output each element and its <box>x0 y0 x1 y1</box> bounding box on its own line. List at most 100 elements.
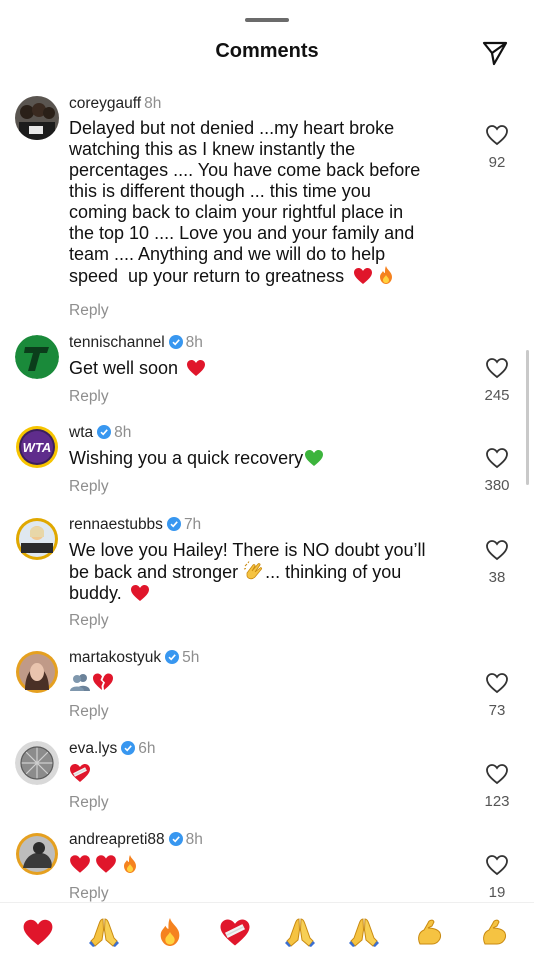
like-control: 123 <box>480 763 514 810</box>
avatar[interactable]: WTA <box>15 425 59 469</box>
comment-meta: tennischannel 8h <box>69 333 203 353</box>
fire-emoji <box>124 855 136 873</box>
comments-header: Comments <box>0 36 534 70</box>
comment-line-text: buddy. <box>69 583 122 603</box>
reaction-flexed-biceps[interactable] <box>413 915 447 949</box>
reaction-folded-hands[interactable] <box>347 915 381 949</box>
mending-heart-icon <box>220 918 250 946</box>
comment-text: Delayed but not denied ...my heart broke… <box>69 118 449 287</box>
heart-outline-icon[interactable] <box>485 357 509 379</box>
red-heart-icon <box>23 919 53 945</box>
reply-button[interactable]: Reply <box>69 794 109 812</box>
flexed-biceps-icon <box>418 919 441 945</box>
username[interactable]: coreygauff <box>69 95 141 112</box>
like-control: 92 <box>480 124 514 171</box>
fire-emoji <box>380 266 393 284</box>
clapping-hands-emoji <box>244 561 263 580</box>
avatar[interactable] <box>15 650 59 694</box>
reaction-red-heart[interactable] <box>21 915 55 949</box>
reaction-folded-hands[interactable] <box>283 915 317 949</box>
avatar[interactable] <box>15 517 59 561</box>
timestamp: 8h <box>185 334 203 351</box>
verified-badge-icon <box>165 650 180 664</box>
timestamp: 8h <box>144 95 162 112</box>
comment-line-text: ... thinking of you <box>265 562 402 582</box>
avatar[interactable] <box>15 832 59 876</box>
heart-outline-icon[interactable] <box>485 539 509 561</box>
avatar[interactable] <box>15 335 59 379</box>
heart-outline-icon[interactable] <box>485 124 509 146</box>
comments-sheet: Comments coreygauff 8h Delayed but not d… <box>0 0 534 960</box>
comment-line-text: Get well soon <box>69 358 179 378</box>
comment-text <box>69 672 449 694</box>
reply-button[interactable]: Reply <box>69 703 109 721</box>
red-heart-emoji <box>130 585 149 601</box>
verified-badge-icon <box>166 517 181 531</box>
timestamp: 8h <box>185 831 203 848</box>
comment-line <box>69 763 449 785</box>
timestamp: 8h <box>114 424 132 441</box>
heart-outline-icon[interactable] <box>485 672 509 694</box>
page-title: Comments <box>215 40 319 62</box>
like-count: 38 <box>488 569 506 586</box>
comment-line: be back and stronger ... thinking of you <box>69 561 449 583</box>
username[interactable]: eva.lys <box>69 740 117 757</box>
reaction-fire[interactable] <box>153 915 187 949</box>
heart-outline-icon[interactable] <box>485 447 509 469</box>
comment-line-text: be back and stronger <box>69 562 239 582</box>
like-count: 123 <box>484 793 510 810</box>
comment-line: percentages .... You have come back befo… <box>69 160 421 180</box>
scrollbar[interactable] <box>526 350 529 485</box>
timestamp: 6h <box>138 740 156 757</box>
heart-outline-icon[interactable] <box>485 854 509 876</box>
mending-heart-emoji <box>70 764 90 782</box>
comment-meta: eva.lys 6h <box>69 739 156 759</box>
folded-hands-icon <box>89 918 119 947</box>
username[interactable]: wta <box>69 424 93 441</box>
reply-button[interactable]: Reply <box>69 302 109 320</box>
like-control: 380 <box>480 447 514 494</box>
comment-line-text: speed up your return to greatness <box>69 266 345 286</box>
red-heart-emoji <box>70 855 90 873</box>
comment-text: Wishing you a quick recovery <box>69 448 449 469</box>
username[interactable]: tennischannel <box>69 334 165 351</box>
like-control: 38 <box>480 539 514 586</box>
reply-button[interactable]: Reply <box>69 478 109 496</box>
heart-outline-icon[interactable] <box>485 763 509 785</box>
reply-button[interactable]: Reply <box>69 885 109 903</box>
send-icon[interactable] <box>478 36 512 70</box>
username[interactable]: andreapreti88 <box>69 831 165 848</box>
reaction-folded-hands[interactable] <box>87 915 121 949</box>
comment-text <box>69 854 449 876</box>
reply-button[interactable]: Reply <box>69 612 109 630</box>
comment-line: Delayed but not denied ...my heart broke <box>69 118 395 138</box>
avatar[interactable] <box>15 741 59 785</box>
comment-line: the top 10 .... Love you and your family… <box>69 223 415 243</box>
comment-meta: coreygauff 8h <box>69 94 161 114</box>
like-count: 380 <box>484 477 510 494</box>
fire-icon <box>160 918 180 946</box>
comment-meta: wta 8h <box>69 423 131 443</box>
comment-meta: andreapreti88 8h <box>69 830 203 850</box>
comment-meta: rennaestubbs 7h <box>69 515 201 535</box>
comment-line: team .... Anything and we will do to hel… <box>69 244 386 264</box>
like-control: 245 <box>480 357 514 404</box>
like-count: 19 <box>488 884 506 901</box>
comment-line: Get well soon <box>69 358 449 379</box>
username[interactable]: rennaestubbs <box>69 516 163 533</box>
reaction-flexed-biceps[interactable] <box>478 915 512 949</box>
drag-handle[interactable] <box>245 18 289 22</box>
username[interactable]: martakostyuk <box>69 649 161 666</box>
green-heart-emoji <box>305 450 324 466</box>
comment-text <box>69 763 449 785</box>
quick-reaction-bar <box>0 902 534 960</box>
like-count: 92 <box>488 154 506 171</box>
folded-hands-icon <box>285 918 315 947</box>
comment-line: buddy. <box>69 583 449 604</box>
avatar[interactable] <box>15 96 59 140</box>
reaction-mending-heart[interactable] <box>218 915 252 949</box>
reply-button[interactable]: Reply <box>69 388 109 406</box>
comment-meta: martakostyuk 5h <box>69 648 199 668</box>
like-count: 245 <box>484 387 510 404</box>
timestamp: 5h <box>182 649 200 666</box>
